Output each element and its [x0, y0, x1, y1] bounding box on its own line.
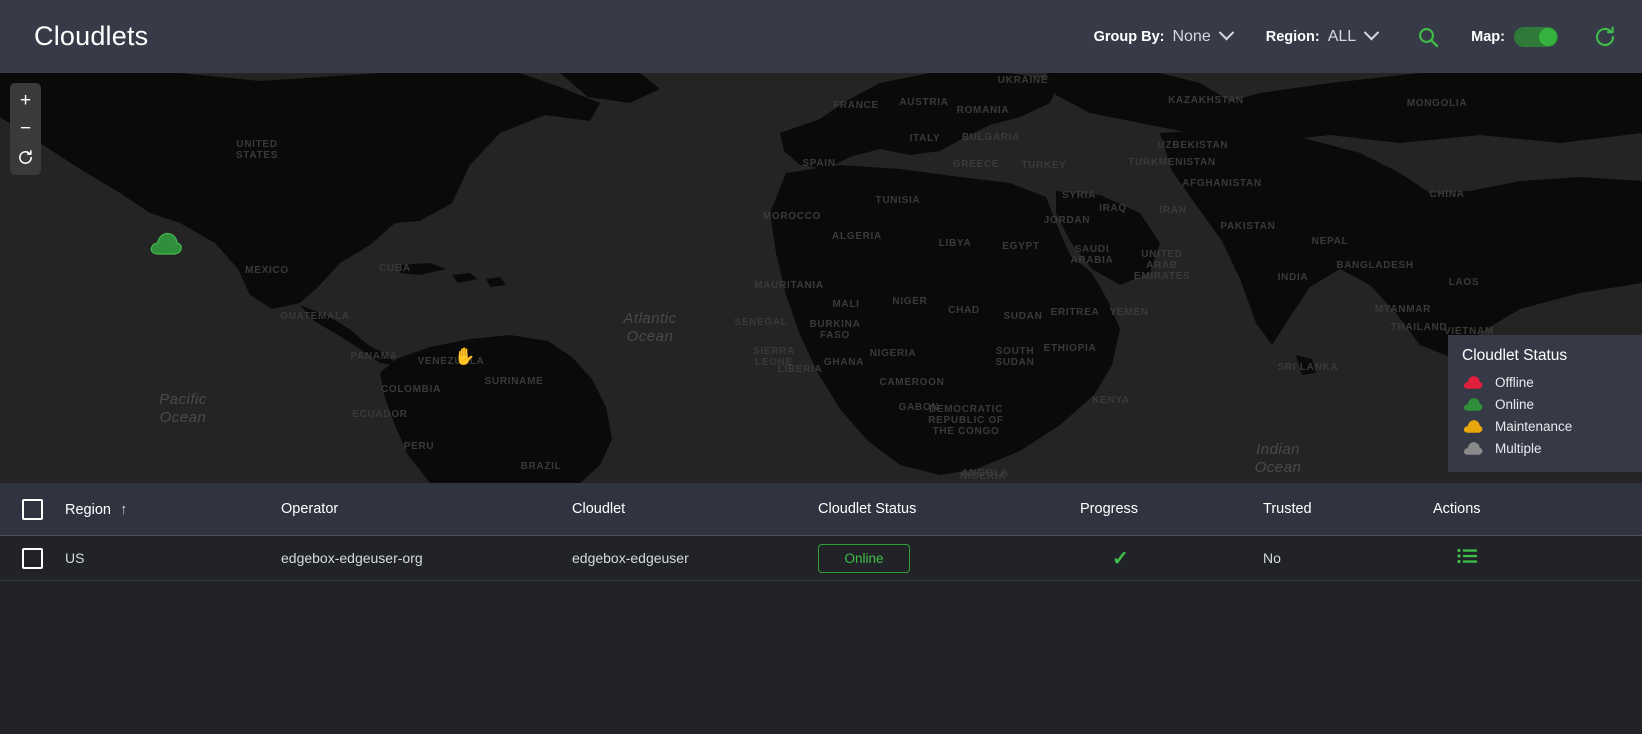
legend-title: Cloudlet Status	[1462, 347, 1568, 364]
table-header-row: Region ↑ Operator Cloudlet Cloudlet Statu…	[0, 483, 1642, 536]
cloudlet-marker-online[interactable]	[149, 230, 183, 261]
table-empty-area	[0, 581, 1642, 734]
search-icon	[1419, 27, 1439, 47]
region-value: ALL	[1327, 27, 1357, 45]
column-header-trusted[interactable]: Trusted	[1263, 501, 1433, 517]
column-header-operator[interactable]: Operator	[281, 501, 572, 517]
status-badge[interactable]: Online	[818, 543, 910, 573]
cell-trusted: No	[1263, 550, 1281, 566]
reset-icon	[19, 149, 32, 164]
page-title: Cloudlets	[34, 21, 149, 51]
search-button[interactable]	[1411, 20, 1445, 54]
map-toggle[interactable]	[1514, 26, 1558, 47]
column-header-actions[interactable]: Actions	[1433, 501, 1642, 517]
toggle-knob	[1539, 27, 1557, 46]
world-map[interactable]: Pacific Ocean Atlantic Ocean Indian Ocea…	[0, 73, 1642, 483]
legend-label: Multiple	[1495, 440, 1542, 456]
cloudlets-table: Region ↑ Operator Cloudlet Cloudlet Statu…	[0, 483, 1642, 581]
cell-cloudlet-status: Online	[818, 543, 1080, 573]
legend-label: Online	[1495, 396, 1535, 412]
column-header-cloudlet[interactable]: Cloudlet	[572, 501, 818, 517]
check-icon: ✓	[1112, 547, 1129, 570]
top-bar: Cloudlets Group By: None Region: ALL Map…	[0, 0, 1642, 73]
cloud-icon-multiple	[1463, 442, 1483, 455]
map-toggle-group: Map:	[1471, 26, 1558, 47]
group-by-dropdown[interactable]: Group By: None	[1093, 24, 1234, 46]
chevron-down-icon	[1363, 24, 1380, 40]
map-landmasses	[0, 73, 1642, 483]
row-checkbox[interactable]	[22, 547, 43, 569]
refresh-icon	[1595, 26, 1615, 46]
cell-progress: ✓	[1080, 546, 1263, 571]
cell-cloudlet: edgebox-edgeuser	[572, 550, 689, 566]
region-dropdown[interactable]: Region: ALL	[1265, 24, 1380, 46]
column-header-cloudlet-status[interactable]: Cloudlet Status	[818, 501, 1080, 517]
list-menu-icon[interactable]	[1457, 548, 1477, 569]
toolbar: Group By: None Region: ALL Map:	[1094, 0, 1642, 73]
zoom-out-button[interactable]: −	[10, 115, 41, 143]
select-all-checkbox[interactable]	[22, 498, 43, 520]
ocean-label: Pacific Ocean	[159, 391, 207, 426]
cloud-icon-offline	[1463, 376, 1483, 389]
cell-actions	[1433, 548, 1642, 569]
cell-operator: edgebox-edgeuser-org	[281, 550, 423, 566]
legend-item-maintenance: Maintenance	[1462, 418, 1642, 434]
legend-item-multiple: Multiple	[1462, 440, 1642, 456]
row-select-cell	[0, 547, 65, 569]
cloud-icon-maintenance	[1463, 420, 1483, 433]
ocean-label: Atlantic Ocean	[623, 310, 677, 345]
cloud-marker-icon	[150, 232, 182, 255]
map-legend: Cloudlet Status Offline Online Maintenan…	[1448, 335, 1642, 472]
zoom-in-button[interactable]: +	[10, 87, 41, 115]
group-by-label: Group By:	[1093, 28, 1165, 45]
chevron-down-icon	[1218, 24, 1234, 40]
ocean-label: Indian Ocean	[1254, 441, 1302, 476]
cloud-icon-online	[1463, 398, 1483, 411]
arrow-up-icon: ↑	[119, 500, 128, 518]
column-header-region[interactable]: Region ↑	[65, 501, 281, 518]
region-label: Region:	[1265, 28, 1320, 45]
map-label: Map:	[1471, 28, 1505, 45]
table-row[interactable]: US edgebox-edgeuser-org edgebox-edgeuser…	[0, 536, 1642, 581]
refresh-button[interactable]	[1588, 20, 1622, 54]
map-zoom-controls: + −	[10, 83, 41, 175]
cell-region: US	[65, 550, 85, 566]
legend-label: Maintenance	[1495, 418, 1573, 434]
group-by-value: None	[1172, 27, 1211, 45]
column-label-region: Region	[65, 501, 111, 518]
select-all-cell	[0, 498, 65, 520]
map-reset-button[interactable]	[10, 143, 41, 171]
column-header-progress[interactable]: Progress	[1080, 501, 1263, 517]
legend-item-offline: Offline	[1462, 374, 1642, 390]
cloudlets-page: Cloudlets Group By: None Region: ALL Map…	[0, 0, 1642, 734]
legend-label: Offline	[1495, 374, 1534, 390]
legend-item-online: Online	[1462, 396, 1642, 412]
mouse-cursor: ✋	[454, 347, 476, 366]
